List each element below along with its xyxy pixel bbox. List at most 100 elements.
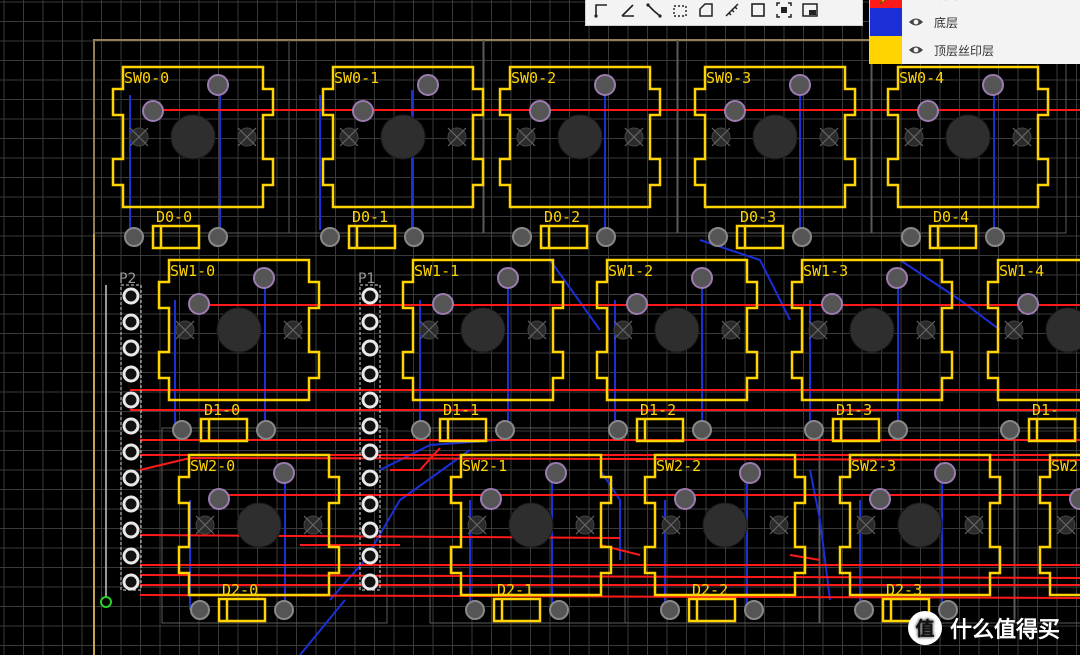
image-tool-button[interactable] <box>798 0 822 22</box>
diode-label: D2-3 <box>886 581 922 599</box>
switch-label: SW0-1 <box>334 69 379 87</box>
switch-label: SW0-0 <box>124 69 169 87</box>
diode: D1- <box>1000 401 1077 443</box>
switch-center-hole <box>1045 307 1080 353</box>
layer-color-swatch[interactable] <box>870 36 902 64</box>
connector-pin <box>122 313 140 331</box>
eye-icon[interactable] <box>908 44 928 56</box>
select-area-tool-button[interactable] <box>772 0 796 22</box>
switch-label: SW2-2 <box>656 457 701 475</box>
diode-label: D1- <box>1032 401 1059 419</box>
switch-pad <box>691 267 713 289</box>
layer-color-swatch[interactable] <box>870 0 902 8</box>
switch-sw0-4: SW0-4 <box>886 65 1050 209</box>
switch-pad <box>417 74 439 96</box>
switch-center-hole <box>702 502 748 548</box>
diode-pad <box>985 227 1005 247</box>
measure-icon <box>725 3 739 17</box>
switch-pad <box>594 74 616 96</box>
watermark-logo: 值 <box>908 611 942 645</box>
rect-tool-button[interactable] <box>746 0 770 22</box>
measure-tool-button[interactable] <box>720 0 744 22</box>
switch-center-hole <box>170 114 216 160</box>
switch-label: SW0-3 <box>706 69 751 87</box>
diode-label: D2-1 <box>497 581 533 599</box>
diode: D1-3 <box>804 401 908 443</box>
layer-color-swatch[interactable] <box>870 8 902 36</box>
connector-pin <box>122 339 140 357</box>
switch-center-hole <box>508 502 554 548</box>
switch-center-hole <box>380 114 426 160</box>
connector-pin <box>361 495 379 513</box>
diode-pad <box>1000 420 1020 440</box>
connector-pin <box>361 573 379 591</box>
connector-pin <box>122 469 140 487</box>
diode-pad <box>804 420 824 440</box>
layer-name: 顶层 <box>934 0 958 3</box>
connector-pin <box>122 443 140 461</box>
switch-pad <box>432 293 454 315</box>
bottom-trace <box>299 599 346 655</box>
diode-pad <box>208 227 228 247</box>
bottom-trace <box>329 449 471 601</box>
shape-tool-button[interactable] <box>694 0 718 22</box>
connector-pin <box>361 547 379 565</box>
switch-sw1-0: SW1-0 <box>157 258 321 402</box>
switch-pad <box>497 267 519 289</box>
eye-icon[interactable] <box>908 16 928 28</box>
layer-row-1[interactable]: 底层 <box>870 8 1080 36</box>
switch-center-hole <box>752 114 798 160</box>
diode-label: D0-1 <box>352 208 388 226</box>
diode: D0-4 <box>901 208 1005 250</box>
switch-pad <box>789 74 811 96</box>
diode-pad <box>190 600 210 620</box>
diode-pad <box>708 227 728 247</box>
switch-center-hole <box>236 502 282 548</box>
switch-pad <box>529 100 551 122</box>
diode-label: D0-4 <box>933 208 969 226</box>
layer-row-2[interactable]: 顶层丝印层 <box>870 36 1080 64</box>
switch-center-hole <box>945 114 991 160</box>
dashed-rect-tool-button[interactable] <box>668 0 692 22</box>
switch-pad <box>208 488 230 510</box>
connector-pin <box>122 521 140 539</box>
diode-pad <box>744 600 764 620</box>
switch-pad <box>273 462 295 484</box>
switch-pad <box>253 267 275 289</box>
switch-sw2-4: SW2 <box>1038 453 1080 597</box>
switch-pad <box>724 100 746 122</box>
switch-sw1-4: SW1-4 <box>986 258 1080 402</box>
corner-route-icon <box>594 4 607 18</box>
angle-icon <box>621 4 634 17</box>
layer-row-0[interactable]: 顶层 <box>870 0 1080 8</box>
diode-pad <box>792 227 812 247</box>
switch-label: SW2 <box>1051 457 1078 475</box>
diode-pad <box>404 227 424 247</box>
angle-tool-button[interactable] <box>616 0 640 22</box>
corner-route-tool-button[interactable] <box>590 0 614 22</box>
switch-sw2-0: SW2-0 <box>177 453 341 597</box>
diode-pad <box>320 227 340 247</box>
switch-label: SW0-4 <box>899 69 944 87</box>
shape-icon <box>699 3 713 17</box>
switch-label: SW0-2 <box>511 69 556 87</box>
diode-label: D2-0 <box>222 581 258 599</box>
image-icon <box>802 3 818 17</box>
diode-pad <box>274 600 294 620</box>
connector-pin <box>361 365 379 383</box>
layer-name: 顶层丝印层 <box>934 43 995 58</box>
diode: D0-3 <box>708 208 812 250</box>
diode-pad <box>124 227 144 247</box>
diode-pad <box>660 600 680 620</box>
switch-pad <box>480 488 502 510</box>
switch-label: SW1-0 <box>170 262 215 280</box>
drawing-toolbar <box>585 0 863 26</box>
route-tool-button[interactable] <box>642 0 666 22</box>
switch-pad <box>1017 293 1039 315</box>
diode-label: D1-2 <box>640 401 676 419</box>
switch-center-hole <box>460 307 506 353</box>
pcb-canvas[interactable]: SW0-0 SW0-1 SW0-2 SW0-3 SW0-4 SW1-0 SW1-1 SW1-2… <box>0 0 1080 655</box>
pencil-icon <box>879 0 887 5</box>
connector-pin <box>361 521 379 539</box>
diode-pad <box>172 420 192 440</box>
